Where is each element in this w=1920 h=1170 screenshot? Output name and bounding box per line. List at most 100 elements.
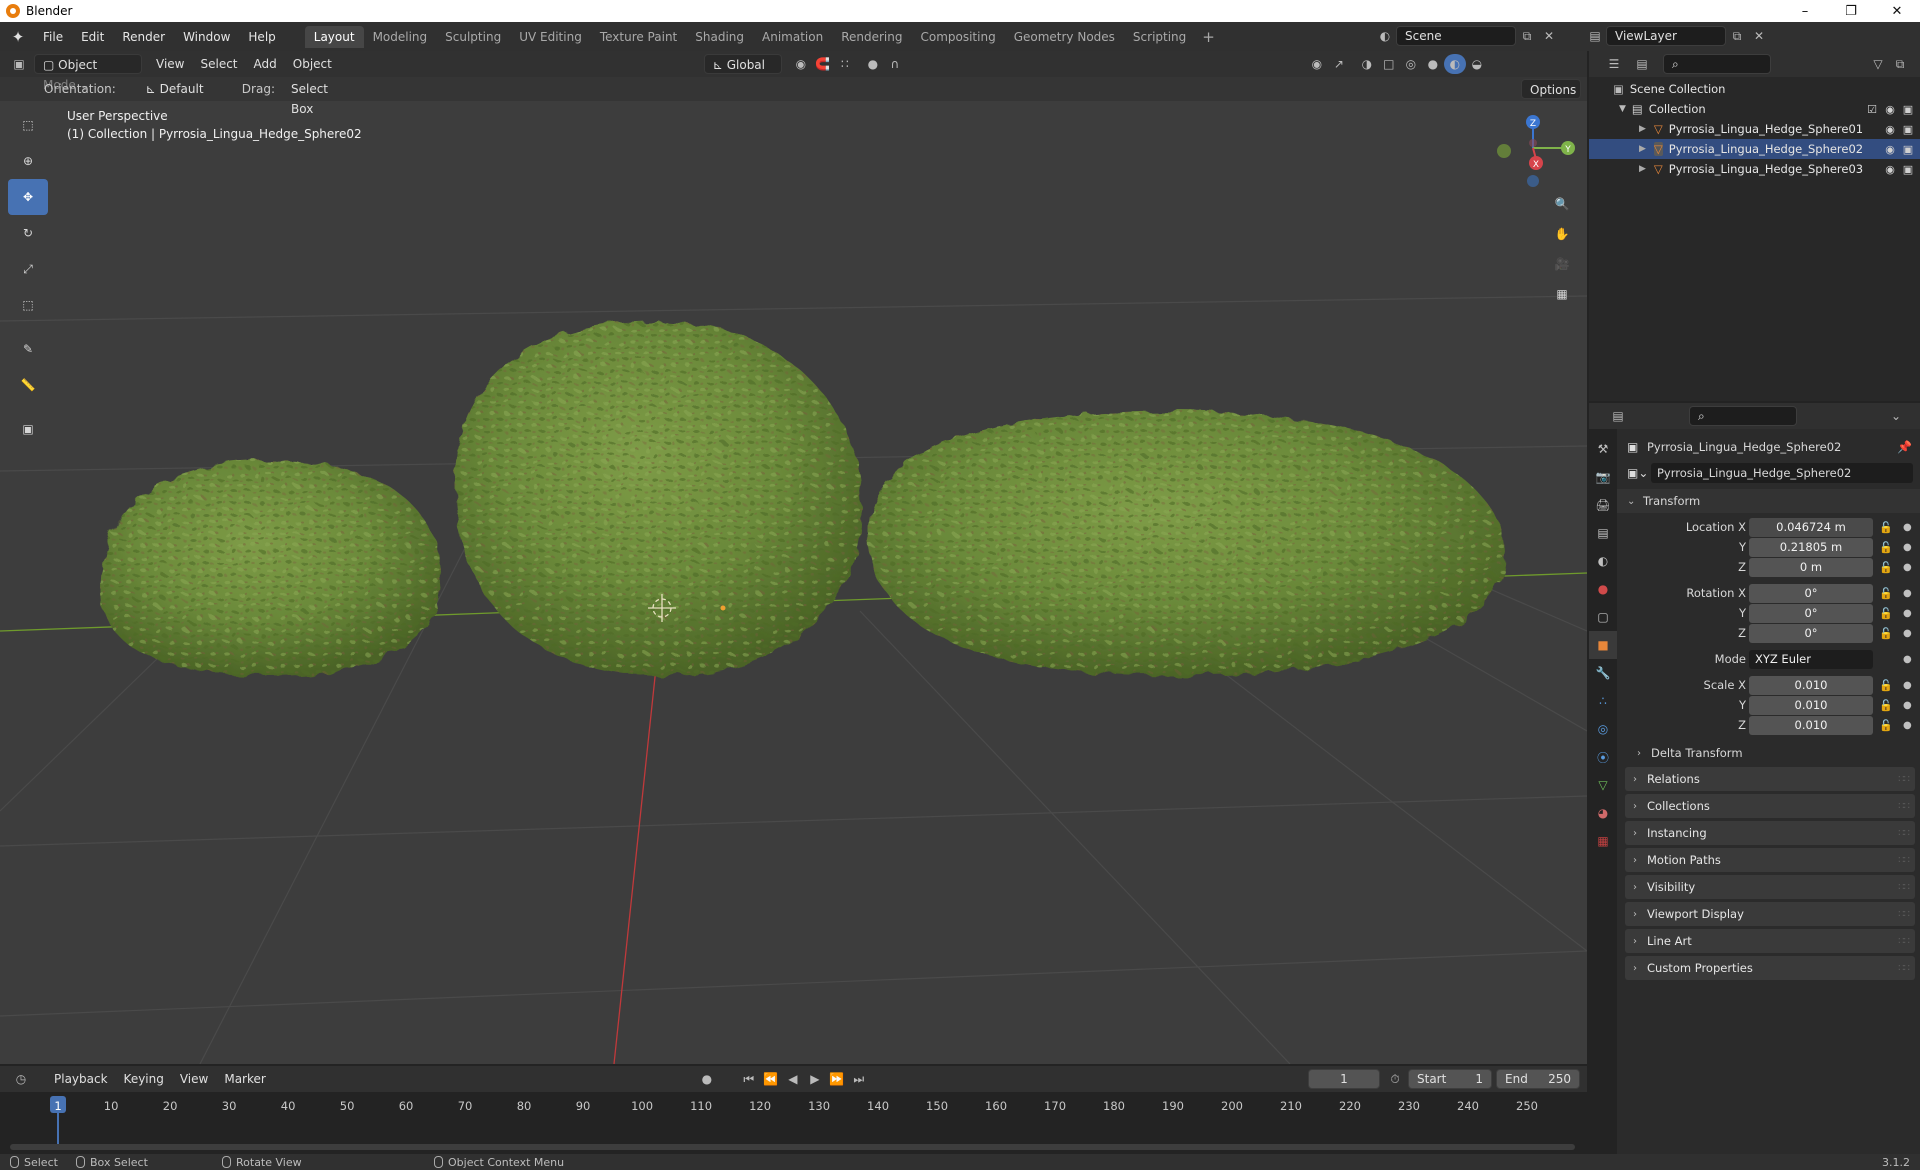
- view-layer-name-field[interactable]: ViewLayer: [1606, 26, 1726, 46]
- particles-tab-icon[interactable]: ∴: [1589, 687, 1617, 715]
- drag-grip-icon[interactable]: ∷∷: [1898, 774, 1910, 785]
- drag-grip-icon[interactable]: ∷∷: [1898, 882, 1910, 893]
- pivot-point-icon[interactable]: ◉: [790, 54, 812, 74]
- transform-panel-header[interactable]: ⌄ Transform: [1617, 489, 1920, 513]
- close-window-button[interactable]: ✕: [1874, 0, 1920, 22]
- menu-render[interactable]: Render: [113, 26, 174, 48]
- outliner-item-sphere03[interactable]: ▶ ▽ Pyrrosia_Lingua_Hedge_Sphere03 ◉ ▣: [1589, 159, 1920, 179]
- collapse-arrow-icon[interactable]: ⌄: [1627, 496, 1635, 507]
- proportional-edit-icon[interactable]: ●: [862, 54, 884, 74]
- delete-scene-icon[interactable]: ✕: [1538, 26, 1560, 46]
- timeline-scrollbar[interactable]: [10, 1144, 1575, 1150]
- tab-scripting[interactable]: Scripting: [1124, 26, 1195, 48]
- measure-tool-icon[interactable]: 📏: [8, 367, 48, 403]
- auto-keying-icon[interactable]: ●: [696, 1069, 718, 1089]
- visibility-icon[interactable]: ◉: [1306, 54, 1328, 74]
- camera-render-icon[interactable]: ▣: [1902, 143, 1914, 156]
- eye-icon[interactable]: ◉: [1884, 123, 1896, 136]
- scene-icon[interactable]: ◐: [1374, 26, 1396, 46]
- transform-tool-icon[interactable]: ⬚: [8, 287, 48, 323]
- panel-viewport-display[interactable]: › Viewport Display ∷∷: [1625, 902, 1915, 926]
- keyframe-dot-icon[interactable]: ●: [1903, 680, 1912, 691]
- scale-z-field[interactable]: 0.010: [1749, 715, 1873, 735]
- lock-icon[interactable]: 🔓: [1879, 679, 1893, 692]
- keyframe-dot-icon[interactable]: ●: [1903, 522, 1912, 533]
- next-keyframe-icon[interactable]: ⏩: [826, 1069, 848, 1089]
- drag-selector[interactable]: Select Box: [283, 79, 355, 116]
- output-tab-icon[interactable]: 🖨: [1589, 491, 1617, 519]
- mode-selector[interactable]: ▢ Object Mode ⌄: [34, 54, 142, 92]
- eye-icon[interactable]: ◉: [1884, 163, 1896, 176]
- viewport-scene[interactable]: Z Y X: [0, 51, 1587, 1064]
- lock-icon[interactable]: 🔓: [1879, 541, 1893, 554]
- location-y-field[interactable]: 0.21805 m: [1749, 537, 1873, 557]
- menu-window[interactable]: Window: [174, 26, 239, 48]
- rotate-tool-icon[interactable]: ↻: [8, 215, 48, 251]
- modifier-tab-icon[interactable]: 🔧: [1589, 659, 1617, 687]
- zoom-icon[interactable]: 🔍: [1548, 191, 1576, 217]
- orientation-selector[interactable]: ⊾ Default: [138, 79, 234, 99]
- outliner-item-sphere01[interactable]: ▶ ▽ Pyrrosia_Lingua_Hedge_Sphere01 ◉ ▣: [1589, 119, 1920, 139]
- prev-keyframe-icon[interactable]: ⏪: [760, 1069, 782, 1089]
- material-tab-icon[interactable]: ◕: [1589, 799, 1617, 827]
- tab-uv-editing[interactable]: UV Editing: [510, 26, 591, 48]
- add-cube-tool-icon[interactable]: ▣: [8, 411, 48, 447]
- panel-instancing[interactable]: › Instancing ∷∷: [1625, 821, 1915, 845]
- timeline-menu-playback[interactable]: Playback: [46, 1069, 116, 1089]
- tab-shading[interactable]: Shading: [686, 26, 753, 48]
- eye-icon[interactable]: ◉: [1884, 103, 1896, 116]
- camera-render-icon[interactable]: ▣: [1902, 123, 1914, 136]
- new-collection-icon[interactable]: ⧉: [1889, 54, 1911, 74]
- end-frame-field[interactable]: End 250: [1496, 1069, 1580, 1089]
- camera-render-icon[interactable]: ▣: [1902, 103, 1914, 116]
- view-layer-tab-icon[interactable]: ▤: [1589, 519, 1617, 547]
- new-scene-icon[interactable]: ⧉: [1516, 26, 1538, 46]
- viewport-menu-select[interactable]: Select: [192, 54, 245, 74]
- rotation-x-field[interactable]: 0°: [1749, 583, 1873, 603]
- lock-icon[interactable]: 🔓: [1879, 521, 1893, 534]
- transform-orientation-selector[interactable]: ⊾ Global: [703, 54, 782, 74]
- delete-view-layer-icon[interactable]: ✕: [1748, 26, 1770, 46]
- camera-render-icon[interactable]: ▣: [1902, 163, 1914, 176]
- pan-hand-icon[interactable]: ✋: [1548, 221, 1576, 247]
- blender-menu-icon[interactable]: ✦: [8, 27, 28, 47]
- viewport-menu-object[interactable]: Object: [285, 54, 340, 74]
- render-tab-icon[interactable]: 📷: [1589, 463, 1617, 491]
- lock-icon[interactable]: 🔓: [1879, 627, 1893, 640]
- tab-rendering[interactable]: Rendering: [832, 26, 911, 48]
- keyframe-dot-icon[interactable]: ●: [1903, 628, 1912, 639]
- filter-icon[interactable]: ▽: [1867, 54, 1889, 74]
- drag-grip-icon[interactable]: ∷∷: [1898, 963, 1910, 974]
- constraints-tab-icon[interactable]: ⦿: [1589, 743, 1617, 771]
- move-tool-icon[interactable]: ✥: [8, 179, 48, 215]
- cursor-tool-icon[interactable]: ⊕: [8, 143, 48, 179]
- options-dropdown[interactable]: Options: [1521, 79, 1581, 99]
- keyframe-dot-icon[interactable]: ●: [1903, 542, 1912, 553]
- outliner-collection[interactable]: ▼ ▤ Collection ☑ ◉ ▣: [1589, 99, 1920, 119]
- timeline-ruler[interactable]: 1 10 20 30 40 50 60 70 80 90 100 110 120 130 140 150 160…: [0, 1092, 1587, 1154]
- rotation-y-field[interactable]: 0°: [1749, 603, 1873, 623]
- preview-range-icon[interactable]: ⏱: [1384, 1069, 1406, 1089]
- hedge-sphere-02[interactable]: [455, 321, 862, 676]
- properties-options-icon[interactable]: ⌄: [1885, 406, 1907, 426]
- tab-compositing[interactable]: Compositing: [911, 26, 1004, 48]
- physics-tab-icon[interactable]: ◎: [1589, 715, 1617, 743]
- viewport-menu-add[interactable]: Add: [246, 54, 285, 74]
- rotation-z-field[interactable]: 0°: [1749, 623, 1873, 643]
- scale-x-field[interactable]: 0.010: [1749, 675, 1873, 695]
- expand-arrow-icon[interactable]: ›: [1637, 748, 1641, 759]
- panel-motion-paths[interactable]: › Motion Paths ∷∷: [1625, 848, 1915, 872]
- expand-arrow-icon[interactable]: ▶: [1639, 164, 1646, 174]
- eye-icon[interactable]: ◉: [1884, 143, 1896, 156]
- scene-tab-icon[interactable]: ◐: [1589, 547, 1617, 575]
- exclude-checkbox-icon[interactable]: ☑: [1866, 103, 1878, 116]
- keyframe-dot-icon[interactable]: ●: [1903, 720, 1912, 731]
- texture-tab-icon[interactable]: ▦: [1589, 827, 1617, 855]
- timeline-menu-marker[interactable]: Marker: [216, 1069, 273, 1089]
- keyframe-dot-icon[interactable]: ●: [1903, 588, 1912, 599]
- select-box-tool-icon[interactable]: ⬚: [8, 107, 48, 143]
- tab-sculpting[interactable]: Sculpting: [436, 26, 510, 48]
- xray-icon[interactable]: □: [1378, 54, 1400, 74]
- object-browse-icon[interactable]: ▣⌄: [1627, 466, 1648, 480]
- panel-custom-properties[interactable]: › Custom Properties ∷∷: [1625, 956, 1915, 980]
